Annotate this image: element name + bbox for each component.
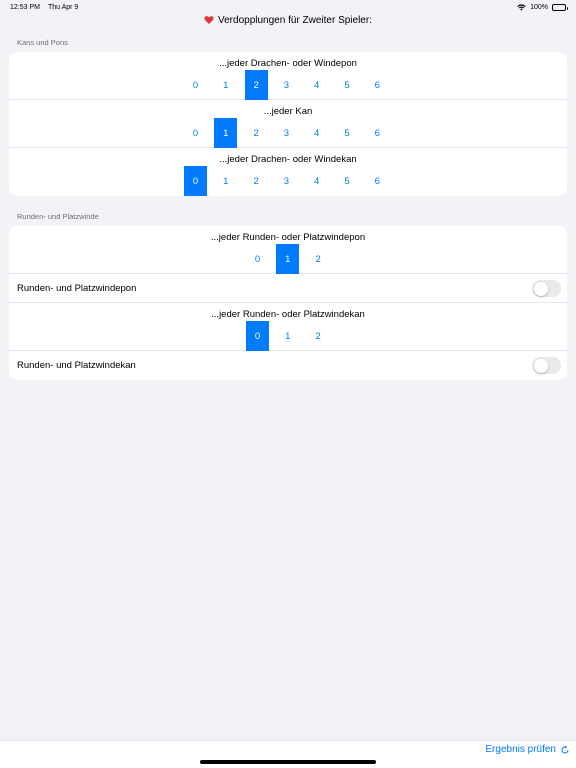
- toggle-label: Runden- und Platzwindekan: [17, 360, 136, 371]
- wifi-icon: [517, 3, 526, 10]
- segment-4[interactable]: 4: [305, 166, 328, 196]
- heart-icon: [204, 16, 214, 24]
- segment-4[interactable]: 4: [305, 70, 328, 100]
- runden-platzwinde-group: ...jeder Runden- oder Platzwindepon 0 1 …: [9, 226, 567, 380]
- home-indicator: [200, 760, 376, 764]
- segment-1[interactable]: 1: [214, 70, 237, 100]
- segment-2[interactable]: 2: [245, 118, 268, 148]
- segment-2[interactable]: 2: [307, 244, 330, 274]
- segmented-control: 0 1 2 3 4 5 6: [184, 166, 396, 196]
- check-result-label: Ergebnis prüfen: [485, 744, 556, 755]
- page-title: Verdopplungen für Zweiter Spieler:: [218, 14, 372, 26]
- picker-row-runden-platzwindepon: ...jeder Runden- oder Platzwindepon 0 1 …: [9, 226, 567, 274]
- segment-3[interactable]: 3: [275, 70, 298, 100]
- refresh-icon: [561, 745, 569, 753]
- segment-0-selected[interactable]: 0: [184, 166, 207, 196]
- segment-2[interactable]: 2: [245, 166, 268, 196]
- picker-title: ...jeder Drachen- oder Windepon: [219, 58, 357, 69]
- check-result-button[interactable]: Ergebnis prüfen: [485, 744, 570, 755]
- toggle-switch-platzwindepon[interactable]: [532, 280, 561, 297]
- toggle-knob: [533, 281, 548, 296]
- segmented-control: 0 1 2 3 4 5 6: [184, 118, 396, 148]
- section-header-runden-platzwinde: Runden- und Platzwinde: [17, 212, 99, 221]
- picker-title: ...jeder Runden- oder Platzwindekan: [211, 309, 365, 320]
- segment-1[interactable]: 1: [276, 321, 299, 351]
- segmented-control: 0 1 2: [246, 321, 337, 351]
- segment-1-selected[interactable]: 1: [276, 244, 300, 274]
- toggle-label: Runden- und Platzwindepon: [17, 282, 137, 294]
- segment-6[interactable]: 6: [366, 118, 389, 148]
- segment-0[interactable]: 0: [246, 244, 269, 274]
- picker-row-drachen-windepon: ...jeder Drachen- oder Windepon 0 1 2 3 …: [9, 52, 567, 100]
- status-date: Thu Apr 9: [47, 3, 79, 11]
- status-time: 12:53 PM: [10, 3, 40, 11]
- segment-0[interactable]: 0: [184, 118, 207, 148]
- picker-title: ...jeder Drachen- oder Windekan: [219, 154, 357, 165]
- picker-row-kan: ...jeder Kan 0 1 2 3 4 5 6: [9, 100, 567, 148]
- nav-title: Verdopplungen für Zweiter Spieler:: [0, 12, 576, 28]
- segment-2-selected[interactable]: 2: [244, 70, 268, 100]
- segment-1[interactable]: 1: [214, 166, 237, 196]
- battery-percent: 100%: [530, 3, 548, 11]
- segment-5[interactable]: 5: [335, 70, 358, 100]
- picker-row-drachen-windekan: ...jeder Drachen- oder Windekan 0 1 2 3 …: [9, 148, 567, 196]
- segment-2[interactable]: 2: [307, 321, 330, 351]
- segment-3[interactable]: 3: [275, 118, 298, 148]
- picker-title: ...jeder Runden- oder Platzwindepon: [210, 232, 366, 243]
- segment-0-selected[interactable]: 0: [246, 321, 269, 351]
- battery-icon: [552, 3, 568, 11]
- segment-4[interactable]: 4: [305, 118, 328, 148]
- toggle-row-runden-platzwindepon: Runden- und Platzwindepon: [9, 274, 567, 303]
- section-header-kans-pons: Kans und Pons: [17, 38, 68, 47]
- segment-5[interactable]: 5: [335, 166, 358, 196]
- segment-3[interactable]: 3: [275, 166, 298, 196]
- toggle-switch-platzwindekan[interactable]: [532, 357, 561, 374]
- picker-row-runden-platzwindekan: ...jeder Runden- oder Platzwindekan 0 1 …: [9, 303, 567, 351]
- segment-6[interactable]: 6: [366, 70, 389, 100]
- segment-1-selected[interactable]: 1: [214, 118, 238, 148]
- segmented-control: 0 1 2 3 4 5 6: [184, 70, 396, 100]
- picker-title: ...jeder Kan: [263, 106, 313, 117]
- segment-6[interactable]: 6: [366, 166, 389, 196]
- toggle-row-runden-platzwindekan: Runden- und Platzwindekan: [9, 351, 567, 380]
- toggle-knob: [533, 358, 548, 373]
- kans-pons-group: ...jeder Drachen- oder Windepon 0 1 2 3 …: [9, 52, 567, 196]
- segment-0[interactable]: 0: [184, 70, 207, 100]
- segmented-control: 0 1 2: [246, 244, 337, 274]
- segment-5[interactable]: 5: [335, 118, 358, 148]
